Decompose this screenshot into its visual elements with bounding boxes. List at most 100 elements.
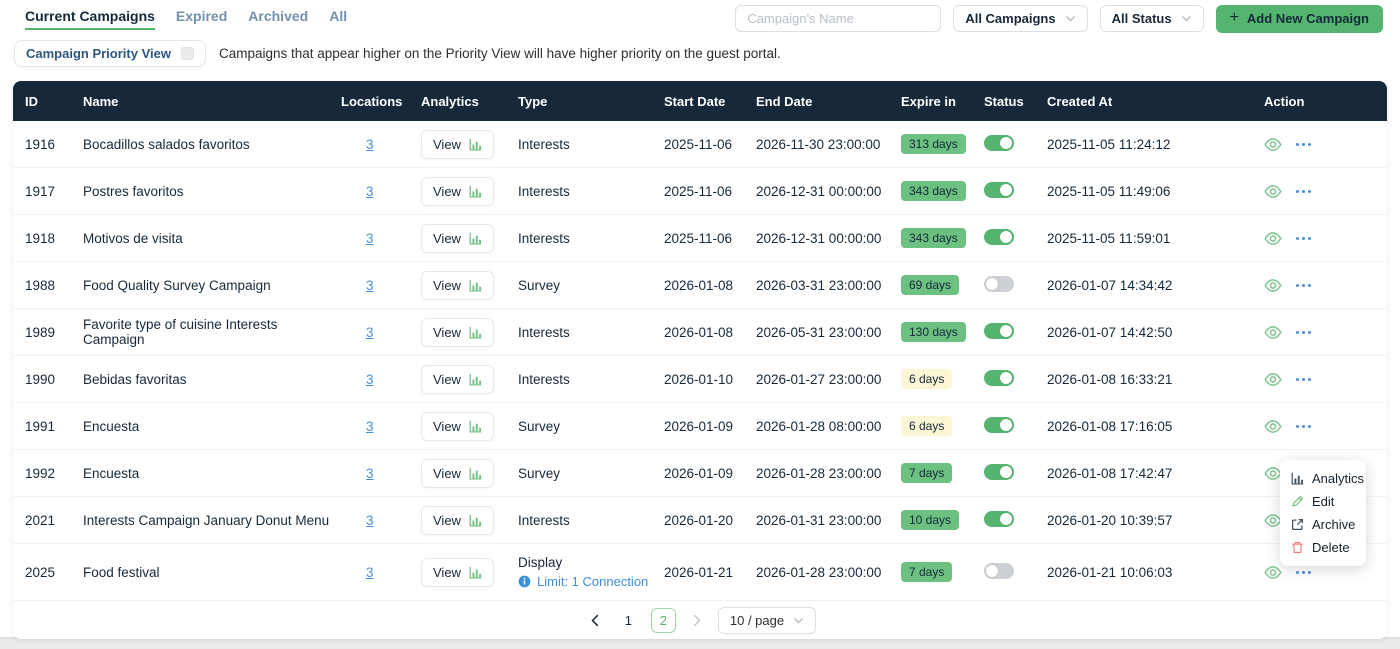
view-analytics-button[interactable]: View <box>421 318 494 347</box>
tab-all[interactable]: All <box>329 8 347 30</box>
analytics-cell: View <box>421 459 518 488</box>
locations-link[interactable]: 3 <box>366 184 374 199</box>
tab-expired[interactable]: Expired <box>176 8 227 30</box>
ellipsis-icon <box>1296 190 1311 193</box>
menu-item-edit[interactable]: Edit <box>1280 490 1366 513</box>
action-cell <box>1264 565 1387 580</box>
page-size-select[interactable]: 10 / page <box>718 607 816 634</box>
locations-link[interactable]: 3 <box>366 231 374 246</box>
view-analytics-label: View <box>433 137 461 152</box>
more-actions-button[interactable] <box>1296 143 1311 146</box>
expire-badge: 343 days <box>901 228 966 248</box>
eye-icon <box>1264 325 1282 340</box>
campaigns-filter-select[interactable]: All Campaigns <box>953 5 1087 32</box>
status-toggle[interactable] <box>984 370 1014 386</box>
more-actions-button[interactable] <box>1296 571 1311 574</box>
prev-page-button[interactable] <box>584 608 606 632</box>
status-toggle[interactable] <box>984 229 1014 245</box>
more-actions-button[interactable] <box>1296 425 1311 428</box>
expire-badge: 313 days <box>901 134 966 154</box>
preview-button[interactable] <box>1264 372 1282 387</box>
expire-in-cell: 7 days <box>901 562 984 582</box>
locations-cell: 3 <box>341 419 421 434</box>
status-cell <box>984 276 1047 295</box>
status-toggle[interactable] <box>984 511 1014 527</box>
view-analytics-button[interactable]: View <box>421 271 494 300</box>
top-bar: Current Campaigns Expired Archived All A… <box>0 0 1400 32</box>
preview-button[interactable] <box>1264 278 1282 293</box>
status-toggle[interactable] <box>984 135 1014 151</box>
view-analytics-button[interactable]: View <box>421 130 494 159</box>
more-actions-button[interactable] <box>1296 331 1311 334</box>
status-filter-select[interactable]: All Status <box>1100 5 1204 32</box>
campaign-name-cell: Motivos de visita <box>83 231 341 246</box>
preview-button[interactable] <box>1264 419 1282 434</box>
preview-button[interactable] <box>1264 565 1282 580</box>
table-body: 1916Bocadillos salados favoritos3ViewInt… <box>13 121 1387 601</box>
campaign-id-cell: 2025 <box>13 565 83 580</box>
locations-link[interactable]: 3 <box>366 565 374 580</box>
action-cell <box>1264 372 1387 387</box>
status-toggle[interactable] <box>984 417 1014 433</box>
menu-item-analytics[interactable]: Analytics <box>1280 467 1366 490</box>
campaign-name-cell: Encuesta <box>83 466 341 481</box>
preview-button[interactable] <box>1264 137 1282 152</box>
status-toggle[interactable] <box>984 323 1014 339</box>
menu-item-archive[interactable]: Archive <box>1280 513 1366 536</box>
end-date-cell: 2026-05-31 23:00:00 <box>756 325 901 340</box>
status-cell <box>984 511 1047 530</box>
locations-link[interactable]: 3 <box>366 372 374 387</box>
view-analytics-button[interactable]: View <box>421 558 494 587</box>
search-input[interactable] <box>735 5 941 32</box>
status-toggle[interactable] <box>984 182 1014 198</box>
locations-cell: 3 <box>341 513 421 528</box>
expire-in-cell: 343 days <box>901 228 984 248</box>
more-actions-button[interactable] <box>1296 378 1311 381</box>
preview-button[interactable] <box>1264 231 1282 246</box>
status-toggle[interactable] <box>984 464 1014 480</box>
status-cell <box>984 323 1047 342</box>
action-cell <box>1264 325 1387 340</box>
locations-link[interactable]: 3 <box>366 325 374 340</box>
priority-view-checkbox[interactable] <box>181 47 194 60</box>
more-actions-button[interactable] <box>1296 284 1311 287</box>
created-at-cell: 2026-01-08 16:33:21 <box>1047 372 1264 387</box>
view-analytics-button[interactable]: View <box>421 224 494 253</box>
view-analytics-button[interactable]: View <box>421 459 494 488</box>
campaign-type-cell: Survey <box>518 419 664 434</box>
preview-button[interactable] <box>1264 325 1282 340</box>
tab-current-campaigns[interactable]: Current Campaigns <box>25 8 155 30</box>
locations-link[interactable]: 3 <box>366 278 374 293</box>
ellipsis-icon <box>1296 143 1311 146</box>
view-analytics-button[interactable]: View <box>421 177 494 206</box>
view-analytics-label: View <box>433 231 461 246</box>
pencil-icon <box>1291 495 1304 508</box>
end-date-cell: 2026-12-31 00:00:00 <box>756 184 901 199</box>
view-analytics-button[interactable]: View <box>421 506 494 535</box>
status-toggle[interactable] <box>984 563 1014 579</box>
add-new-campaign-button[interactable]: + Add New Campaign <box>1216 5 1383 33</box>
locations-link[interactable]: 3 <box>366 513 374 528</box>
connection-limit-note: Limit: 1 Connection <box>518 574 664 589</box>
more-actions-button[interactable] <box>1296 190 1311 193</box>
locations-link[interactable]: 3 <box>366 419 374 434</box>
preview-button[interactable] <box>1264 184 1282 199</box>
more-actions-button[interactable] <box>1296 237 1311 240</box>
menu-item-delete[interactable]: Delete <box>1280 536 1366 559</box>
page-1-button[interactable]: 1 <box>616 608 641 633</box>
tab-archived[interactable]: Archived <box>248 8 308 30</box>
created-at-cell: 2025-11-05 11:59:01 <box>1047 231 1264 246</box>
view-analytics-label: View <box>433 372 461 387</box>
locations-link[interactable]: 3 <box>366 466 374 481</box>
view-analytics-button[interactable]: View <box>421 365 494 394</box>
status-toggle[interactable] <box>984 276 1014 292</box>
expire-in-cell: 6 days <box>901 416 984 436</box>
created-at-cell: 2026-01-08 17:16:05 <box>1047 419 1264 434</box>
locations-link[interactable]: 3 <box>366 137 374 152</box>
expire-badge: 10 days <box>901 510 959 530</box>
campaign-priority-view-button[interactable]: Campaign Priority View <box>14 40 206 67</box>
view-analytics-button[interactable]: View <box>421 412 494 441</box>
page-2-button[interactable]: 2 <box>651 608 676 633</box>
view-analytics-label: View <box>433 184 461 199</box>
next-page-button[interactable] <box>686 608 708 632</box>
